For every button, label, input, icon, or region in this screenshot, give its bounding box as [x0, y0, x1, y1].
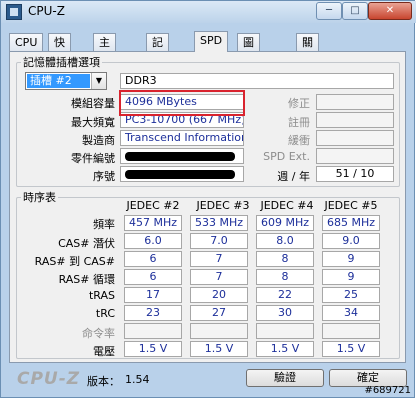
timing-cell: 1.5 V — [190, 341, 248, 357]
title-bar[interactable]: CPU-Z ─ □ ✕ — [1, 1, 416, 23]
timing-header: JEDEC #4 — [260, 199, 314, 212]
timing-cell: 8 — [256, 269, 314, 285]
cpuz-logo: CPU-Z — [17, 369, 81, 389]
memory-type-field: DDR3 — [120, 73, 394, 89]
ras-to-cas-label: RAS# 到 CAS# — [34, 255, 115, 268]
window-title: CPU-Z — [28, 4, 65, 18]
manufacturer-label: 製造商 — [82, 134, 115, 147]
spd-ext-label: SPD Ext. — [263, 150, 310, 163]
timing-cell: 8 — [256, 251, 314, 267]
timing-cell: 6.0 — [124, 233, 182, 249]
cpuz-window: CPU-Z ─ □ ✕ CPU 快取 主機板 記憶體 SPD 圖形裝置 關於 記… — [0, 0, 416, 398]
spd-ext-field — [316, 148, 394, 164]
timing-cell: 6 — [124, 251, 182, 267]
registered-label: 註冊 — [288, 116, 310, 129]
timing-cell — [256, 323, 314, 339]
module-size-label: 模組容量 — [71, 97, 115, 110]
correction-label: 修正 — [288, 97, 310, 110]
timing-cell: 9.0 — [322, 233, 380, 249]
tab-cpu[interactable]: CPU — [9, 33, 44, 51]
validate-button[interactable]: 驗證 — [246, 369, 324, 387]
trc-label: tRC — [95, 307, 115, 320]
timing-cell: 30 — [256, 305, 314, 321]
timing-cell: 6 — [124, 269, 182, 285]
registered-field — [316, 112, 394, 128]
tras-label: tRAS — [88, 289, 115, 302]
timing-cell — [124, 323, 182, 339]
correction-field — [316, 94, 394, 110]
timing-cell: 22 — [256, 287, 314, 303]
tab-memory[interactable]: 記憶體 — [146, 33, 169, 83]
timing-cell: 17 — [124, 287, 182, 303]
close-button[interactable]: ✕ — [368, 2, 412, 20]
timing-cell: 34 — [322, 305, 380, 321]
ras-precharge-label: RAS# 循環 — [58, 273, 115, 286]
timing-cell: 1.5 V — [322, 341, 380, 357]
timing-cell: 7.0 — [190, 233, 248, 249]
timing-cell: 1.5 V — [256, 341, 314, 357]
week-year-label: 週 / 年 — [277, 170, 310, 183]
timing-cell: 20 — [190, 287, 248, 303]
redaction-bar — [125, 152, 235, 161]
max-bandwidth-label: 最大頻寬 — [71, 116, 115, 129]
version-value: 1.54 — [125, 373, 150, 386]
cas-latency-label: CAS# 潛伏 — [58, 237, 115, 250]
timing-cell: 1.5 V — [124, 341, 182, 357]
buffered-field — [316, 130, 394, 146]
timing-header: JEDEC #3 — [196, 199, 250, 212]
manufacturer-field: Transcend Information — [120, 130, 244, 146]
redaction-bar — [125, 170, 235, 179]
timing-cell: 27 — [190, 305, 248, 321]
version-label: 版本： — [87, 375, 120, 388]
timing-cell: 7 — [190, 269, 248, 285]
minimize-button[interactable]: ─ — [316, 2, 342, 20]
slot-select-value: 插槽 #2 — [27, 74, 90, 88]
slot-select[interactable]: 插槽 #2 ▼ — [25, 72, 107, 90]
watermark-text: #689721 — [364, 385, 411, 396]
voltage-label: 電壓 — [93, 345, 115, 358]
buffered-label: 緩衝 — [288, 134, 310, 147]
command-rate-label: 命令率 — [82, 327, 115, 340]
chevron-down-icon[interactable]: ▼ — [91, 73, 106, 89]
tab-spd[interactable]: SPD — [194, 31, 229, 52]
timing-cell — [322, 323, 380, 339]
timing-cell: 9 — [322, 269, 380, 285]
slot-group-legend: 記憶體插槽選項 — [23, 56, 100, 69]
timing-cell: 457 MHz — [124, 215, 182, 231]
frequency-label: 頻率 — [93, 218, 115, 231]
tab-about[interactable]: 關於 — [296, 33, 319, 66]
highlight-box — [119, 90, 245, 116]
part-number-label: 零件編號 — [71, 152, 115, 165]
tab-graphics[interactable]: 圖形裝置 — [237, 33, 260, 100]
timing-cell — [190, 323, 248, 339]
tab-cache[interactable]: 快取 — [48, 33, 71, 66]
timing-header: JEDEC #5 — [324, 199, 378, 212]
timing-cell: 9 — [322, 251, 380, 267]
tab-mainboard[interactable]: 主機板 — [93, 33, 116, 83]
timing-cell: 609 MHz — [256, 215, 314, 231]
timing-cell: 533 MHz — [190, 215, 248, 231]
cpuz-app-icon — [6, 4, 22, 20]
part-number-field — [120, 148, 244, 164]
maximize-button[interactable]: □ — [342, 2, 368, 20]
timing-cell: 25 — [322, 287, 380, 303]
timing-cell: 23 — [124, 305, 182, 321]
week-year-field: 51 / 10 — [316, 166, 394, 182]
timing-cell: 7 — [190, 251, 248, 267]
timing-header: JEDEC #2 — [126, 199, 180, 212]
serial-field — [120, 166, 244, 182]
serial-label: 序號 — [93, 170, 115, 183]
timing-cell: 8.0 — [256, 233, 314, 249]
timing-group-legend: 時序表 — [23, 191, 56, 204]
timing-cell: 685 MHz — [322, 215, 380, 231]
